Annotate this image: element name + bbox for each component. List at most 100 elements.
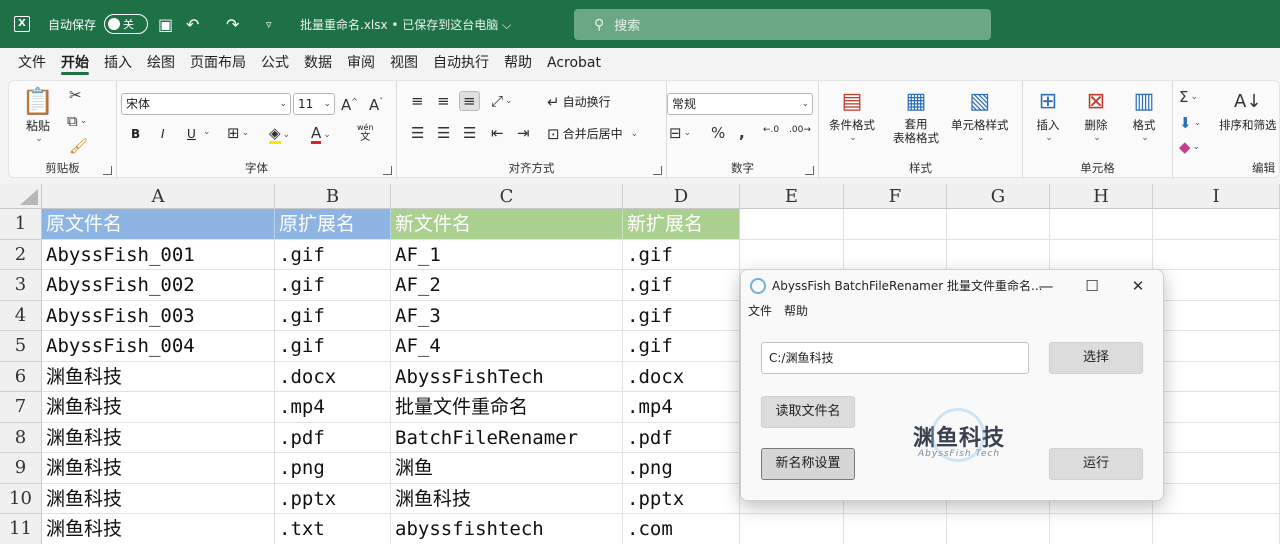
number-format-select[interactable]: 常规 ⌄ (667, 93, 813, 115)
header-cell[interactable]: 原扩展名 (275, 209, 391, 240)
table-cell[interactable]: abyssfishtech (391, 514, 623, 544)
format-cells-button[interactable]: ▥ 格式 ⌄ (1129, 87, 1159, 144)
increase-indent-button[interactable]: ⇥ (517, 125, 530, 141)
align-bottom-button[interactable]: ≡ (459, 91, 480, 111)
table-cell[interactable]: 渊鱼科技 (42, 483, 275, 514)
row-header[interactable]: 4 (0, 300, 42, 331)
select-all-corner[interactable] (0, 184, 42, 209)
font-launcher-icon[interactable] (383, 166, 392, 175)
row-header[interactable]: 11 (0, 514, 42, 544)
number-launcher-icon[interactable] (805, 166, 814, 175)
row-header[interactable]: 10 (0, 483, 42, 514)
delete-cells-button[interactable]: ⊠ 删除 ⌄ (1081, 87, 1111, 144)
paste-button[interactable]: 📋 粘贴 ⌄ (22, 87, 54, 144)
table-cell[interactable] (844, 514, 947, 544)
tab-acrobat[interactable]: Acrobat (547, 48, 610, 78)
table-cell[interactable]: 渊鱼 (391, 453, 623, 484)
table-cell[interactable] (1153, 483, 1280, 514)
table-cell[interactable]: AbyssFishTech (391, 361, 623, 392)
conditional-formatting-button[interactable]: ▤ 条件格式 ⌄ (829, 87, 875, 144)
tab-automate[interactable]: 自动执行 (433, 48, 498, 78)
tab-page-layout[interactable]: 页面布局 (190, 48, 255, 78)
table-cell[interactable]: .gif (275, 300, 391, 331)
table-cell[interactable] (1050, 239, 1153, 270)
table-cell[interactable]: AbyssFish_004 (42, 331, 275, 362)
phonetic-button[interactable]: wén 文 (357, 123, 374, 143)
comma-button[interactable]: , (739, 125, 745, 141)
font-family-select[interactable]: 宋体 ⌄ (121, 93, 291, 115)
table-cell[interactable]: 渊鱼科技 (391, 483, 623, 514)
table-cell[interactable]: .pptx (623, 483, 740, 514)
cut-button[interactable]: ✂ (69, 87, 82, 103)
table-cell[interactable]: 渊鱼科技 (42, 422, 275, 453)
table-cell[interactable]: 渊鱼科技 (42, 514, 275, 544)
tab-insert[interactable]: 插入 (104, 48, 141, 78)
tab-formulas[interactable]: 公式 (261, 48, 298, 78)
decrease-indent-button[interactable]: ⇤ (491, 125, 504, 141)
row-header[interactable]: 6 (0, 361, 42, 392)
clipboard-launcher-icon[interactable] (103, 166, 112, 175)
decrease-decimal-button[interactable]: .00→ (789, 125, 811, 135)
table-cell[interactable]: 渊鱼科技 (42, 392, 275, 423)
autosum-button[interactable]: Σ ⌄ (1179, 89, 1198, 105)
table-cell[interactable]: .pdf (275, 422, 391, 453)
header-cell[interactable] (947, 209, 1050, 240)
table-cell[interactable]: 渊鱼科技 (42, 453, 275, 484)
table-cell[interactable]: .docx (275, 361, 391, 392)
table-cell[interactable]: AF_2 (391, 270, 623, 301)
accounting-format-button[interactable]: ⊟ ⌄ (669, 125, 691, 141)
dialog-menu-file[interactable]: 文件 (748, 302, 772, 319)
save-icon[interactable]: ▣ (158, 0, 173, 48)
italic-button[interactable]: I (161, 127, 165, 141)
table-cell[interactable]: .gif (623, 331, 740, 362)
column-header[interactable]: D (623, 184, 740, 209)
underline-dropdown[interactable]: ⌄ (201, 127, 211, 137)
bold-button[interactable]: B (131, 127, 140, 141)
table-cell[interactable]: AF_4 (391, 331, 623, 362)
grow-font-button[interactable]: A^ (341, 94, 358, 113)
borders-button[interactable]: ⊞ ⌄ (227, 125, 249, 141)
select-button[interactable]: 选择 (1049, 342, 1143, 374)
table-cell[interactable] (1153, 453, 1280, 484)
table-cell[interactable]: .gif (623, 300, 740, 331)
fill-button[interactable]: ⬇ ⌄ (1179, 115, 1201, 131)
format-painter-button[interactable]: 🖌 (69, 138, 88, 154)
table-cell[interactable]: AbyssFish_003 (42, 300, 275, 331)
wrap-text-button[interactable]: ↵ 自动换行 (547, 93, 611, 110)
increase-decimal-button[interactable]: ←.0 (763, 125, 779, 135)
table-cell[interactable]: AF_3 (391, 300, 623, 331)
customize-qat-icon[interactable]: ▿ (266, 0, 272, 48)
header-cell[interactable]: 新文件名 (391, 209, 623, 240)
header-cell[interactable] (844, 209, 947, 240)
column-header[interactable]: F (844, 184, 947, 209)
row-header[interactable]: 7 (0, 392, 42, 423)
tab-file[interactable]: 文件 (18, 48, 55, 78)
row-header[interactable]: 1 (0, 209, 42, 240)
row-header[interactable]: 8 (0, 422, 42, 453)
table-cell[interactable]: AbyssFish_002 (42, 270, 275, 301)
dialog-title-bar[interactable]: AbyssFish BatchFileRenamer 批量文件重命名... — … (741, 270, 1163, 302)
table-cell[interactable]: AF_1 (391, 239, 623, 270)
align-right-button[interactable]: ☰ (463, 125, 476, 141)
autosave-toggle[interactable]: 关 (104, 0, 148, 48)
header-cell[interactable]: 新扩展名 (623, 209, 740, 240)
merge-center-button[interactable]: ⊡ 合并后居中 ⌄ (547, 125, 638, 142)
run-button[interactable]: 运行 (1049, 448, 1143, 480)
table-cell[interactable]: .gif (623, 270, 740, 301)
underline-button[interactable]: U (187, 127, 196, 141)
table-cell[interactable] (844, 239, 947, 270)
minimize-icon[interactable]: — (1023, 270, 1069, 302)
table-cell[interactable] (1153, 361, 1280, 392)
tab-data[interactable]: 数据 (304, 48, 341, 78)
table-cell[interactable]: .gif (275, 270, 391, 301)
table-cell[interactable]: .pptx (275, 483, 391, 514)
shrink-font-button[interactable]: Aˇ (369, 94, 383, 113)
undo-icon[interactable]: ↶ ⌄ (186, 0, 209, 48)
column-header[interactable]: B (275, 184, 391, 209)
column-header[interactable]: G (947, 184, 1050, 209)
table-cell[interactable]: .gif (275, 331, 391, 362)
new-name-settings-button[interactable]: 新名称设置 (761, 448, 855, 480)
table-cell[interactable] (947, 514, 1050, 544)
tab-view[interactable]: 视图 (390, 48, 427, 78)
row-header[interactable]: 2 (0, 239, 42, 270)
